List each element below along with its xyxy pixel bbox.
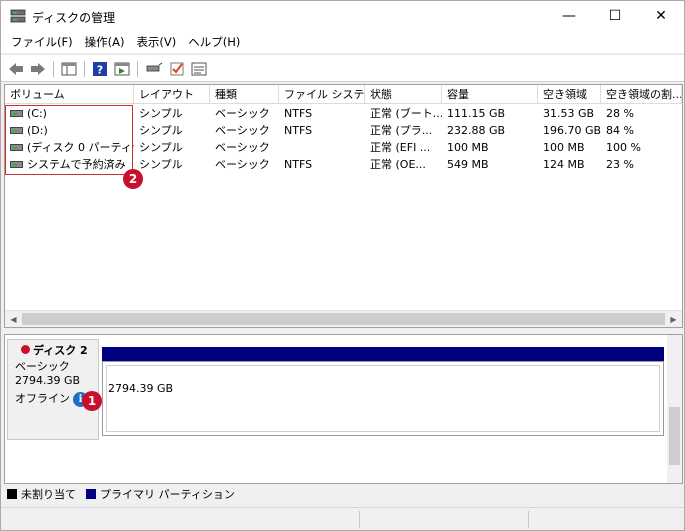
disk-name: ディスク 2 — [33, 344, 88, 357]
volume-capacity: 549 MB — [447, 158, 489, 171]
disk-2-label[interactable]: ディスク 2 ベーシック 2794.39 GB オフライン i — [7, 339, 99, 440]
volume-layout: シンプル — [139, 158, 183, 171]
help-icon[interactable]: ? — [91, 60, 109, 78]
volume-free-percent: 84 % — [606, 124, 634, 137]
col-layout[interactable]: レイアウト — [134, 85, 210, 104]
volume-filesystem: NTFS — [284, 158, 313, 171]
scroll-left-icon[interactable]: ◀ — [5, 311, 22, 328]
menu-file[interactable]: ファイル(F) — [5, 31, 79, 53]
check-icon[interactable] — [168, 60, 186, 78]
status-bar — [1, 507, 684, 530]
toolbar: ? — [1, 54, 684, 82]
vertical-scrollbar[interactable] — [667, 335, 682, 483]
volume-filesystem: NTFS — [284, 107, 313, 120]
volume-filesystem — [279, 139, 365, 156]
volume-free-percent: 28 % — [606, 107, 634, 120]
svg-text:?: ? — [97, 64, 103, 77]
volume-free: 124 MB — [543, 158, 585, 171]
volume-capacity: 100 MB — [447, 141, 489, 154]
volume-layout: シンプル — [139, 141, 183, 154]
menu-view[interactable]: 表示(V) — [130, 31, 182, 53]
volume-status: 正常 (EFI ... — [370, 141, 431, 154]
scroll-thumb[interactable] — [22, 313, 665, 325]
maximize-button[interactable]: ☐ — [592, 1, 638, 31]
volume-free-percent: 100 % — [606, 141, 641, 154]
forward-icon[interactable] — [29, 60, 47, 78]
volume-capacity: 232.88 GB — [447, 124, 506, 137]
col-type[interactable]: 種類 — [210, 85, 279, 104]
primary-partition-bar — [102, 347, 664, 361]
col-status[interactable]: 状態 — [365, 85, 442, 104]
volume-highlight-box — [5, 105, 133, 175]
legend: 未割り当て プライマリ パーティション — [1, 485, 239, 503]
partition-region[interactable]: 2794.39 GB — [102, 361, 664, 436]
col-filesystem[interactable]: ファイル システム — [279, 85, 365, 104]
volume-type: ベーシック — [215, 141, 270, 154]
legend-primary-partition: プライマリ パーティション — [100, 488, 235, 501]
volume-type: ベーシック — [215, 107, 270, 120]
volume-layout: シンプル — [139, 124, 183, 137]
col-free-space[interactable]: 空き領域 — [538, 85, 601, 104]
disk-graphical-view: ディスク 2 ベーシック 2794.39 GB オフライン i 1 2794.39… — [4, 334, 683, 484]
volume-filesystem: NTFS — [284, 124, 313, 137]
menu-help[interactable]: ヘルプ(H) — [182, 31, 246, 53]
window-title: ディスクの管理 — [32, 11, 116, 25]
volume-free-percent: 23 % — [606, 158, 634, 171]
legend-swatch-primary — [86, 489, 96, 499]
horizontal-scrollbar[interactable]: ◀ ▶ — [5, 310, 682, 327]
volume-type: ベーシック — [215, 124, 270, 137]
volume-layout: シンプル — [139, 107, 183, 120]
action-pane-icon[interactable] — [113, 60, 131, 78]
menu-action[interactable]: 操作(A) — [79, 31, 131, 53]
minimize-button[interactable]: — — [546, 1, 592, 31]
disk-management-app-icon — [10, 9, 26, 23]
callout-badge-1: 1 — [82, 391, 102, 411]
close-button[interactable]: ✕ — [638, 1, 684, 31]
connect-disk-icon[interactable] — [145, 60, 163, 78]
col-volume[interactable]: ボリューム — [5, 85, 134, 104]
vertical-scroll-thumb[interactable] — [669, 407, 680, 465]
col-capacity[interactable]: 容量 — [442, 85, 538, 104]
menu-bar: ファイル(F) 操作(A) 表示(V) ヘルプ(H) — [1, 31, 684, 53]
console-tree-icon[interactable] — [60, 60, 78, 78]
volume-free: 31.53 GB — [543, 107, 595, 120]
back-icon[interactable] — [7, 60, 25, 78]
legend-swatch-unallocated — [7, 489, 17, 499]
disk-size: 2794.39 GB — [15, 374, 81, 387]
properties-icon[interactable] — [190, 60, 208, 78]
callout-badge-2: 2 — [123, 169, 143, 189]
offline-disk-icon — [21, 345, 30, 354]
volume-list: ボリューム レイアウト 種類 ファイル システム 状態 容量 空き領域 空き領域… — [4, 84, 683, 328]
volume-free: 100 MB — [543, 141, 585, 154]
volume-list-header: ボリューム レイアウト 種類 ファイル システム 状態 容量 空き領域 空き領域… — [5, 85, 682, 104]
col-free-percent[interactable]: 空き領域の割... — [601, 85, 682, 104]
volume-type: ベーシック — [215, 158, 270, 171]
disk-management-window: ディスクの管理 — ☐ ✕ ファイル(F) 操作(A) 表示(V) ヘルプ(H)… — [0, 0, 685, 531]
disk-status: オフライン — [15, 392, 70, 405]
disk-type: ベーシック — [15, 360, 70, 373]
volume-status: 正常 (プラ... — [370, 124, 433, 137]
partition-size: 2794.39 GB — [108, 382, 174, 395]
volume-free: 196.70 GB — [543, 124, 601, 137]
scroll-right-icon[interactable]: ▶ — [665, 311, 682, 328]
legend-unallocated: 未割り当て — [21, 488, 76, 501]
volume-status: 正常 (OE... — [370, 158, 426, 171]
volume-status: 正常 (ブート... — [370, 107, 442, 120]
volume-capacity: 111.15 GB — [447, 107, 506, 120]
title-bar: ディスクの管理 — ☐ ✕ — [1, 1, 684, 31]
